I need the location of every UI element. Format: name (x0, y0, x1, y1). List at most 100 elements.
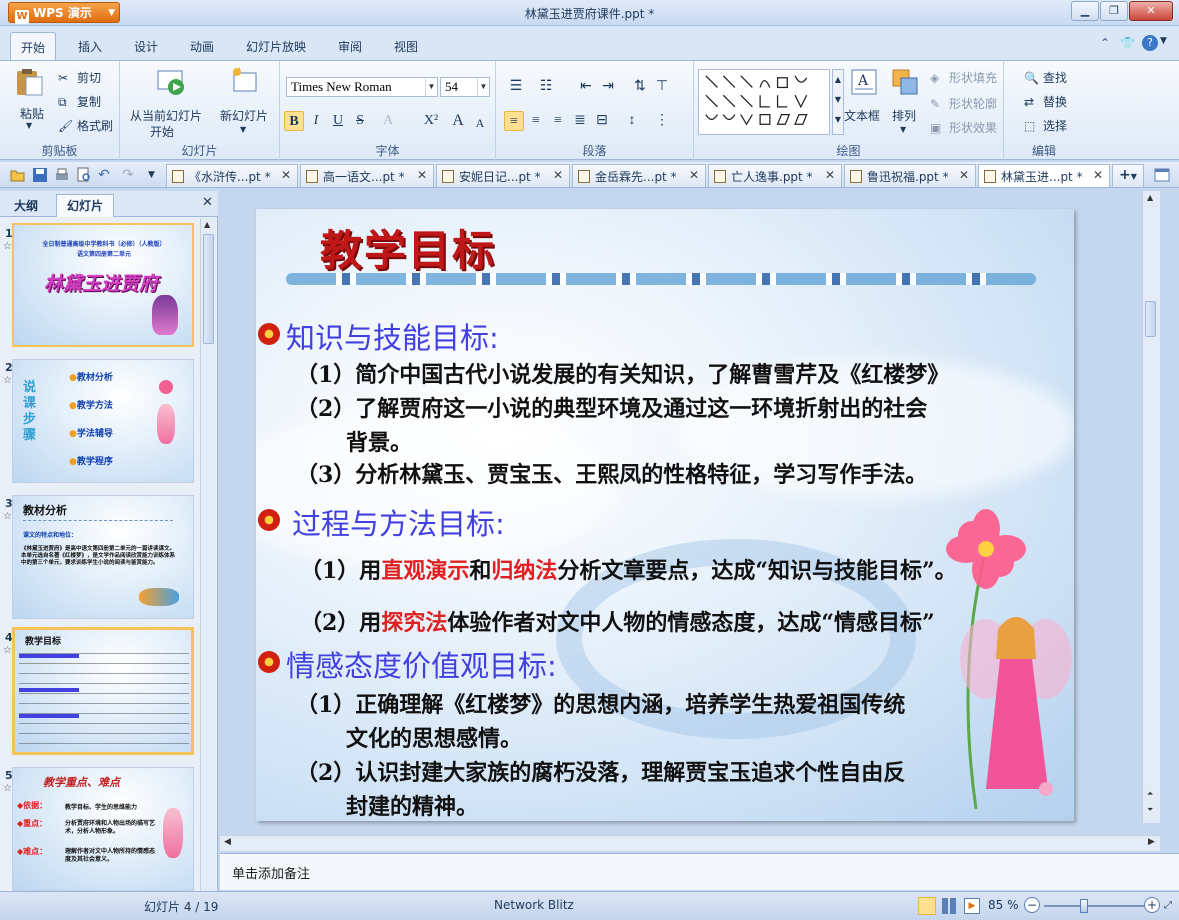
tab-design[interactable]: 设计 (134, 38, 158, 55)
redo-icon[interactable]: ↷ (122, 167, 138, 183)
help-dropdown-icon[interactable]: ▼ (1160, 36, 1167, 46)
restore-button[interactable]: ❐ (1100, 1, 1128, 21)
slide-thumbnail-1[interactable]: 全日制普通高级中学教科书（必修）（人教版） 语文第四册第二单元 林黛玉进贾府 (12, 223, 194, 347)
print-icon[interactable] (54, 167, 70, 183)
close-icon[interactable]: ✕ (825, 168, 835, 182)
play-from-current-button[interactable]: 从当前幻灯片 开始 (128, 67, 218, 139)
copy-button[interactable]: ⧉ 复制 (58, 93, 101, 111)
decrease-indent-icon[interactable]: ⇤ (576, 77, 596, 97)
arrange-button[interactable]: 排列 ▼ (888, 67, 924, 139)
slide-thumbnail-3[interactable]: 教材分析 课文的特点和地位： 《林黛玉进贾府》是高中语文第四册第二单元的一篇讲读… (12, 495, 194, 619)
italic-button[interactable]: I (306, 111, 326, 131)
editor-vertical-scrollbar[interactable]: ▲ ⏶ ⏷ (1142, 191, 1160, 823)
tab-animation[interactable]: 动画 (190, 38, 214, 55)
cut-button[interactable]: ✂ 剪切 (58, 69, 101, 87)
distribute-icon[interactable]: ⊟ (592, 111, 612, 131)
close-button[interactable]: ✕ (1129, 1, 1173, 21)
new-slide-button[interactable]: 新幻灯片 ▼ (218, 67, 274, 139)
find-button[interactable]: 🔍 查找 (1024, 69, 1067, 87)
paste-button[interactable]: 粘贴 ▼ (8, 67, 50, 137)
zoom-out-button[interactable]: − (1024, 897, 1040, 913)
align-center-icon[interactable]: ≡ (526, 111, 546, 131)
undo-icon[interactable]: ↶ (98, 167, 114, 183)
normal-view-icon[interactable] (918, 897, 936, 915)
tab-list-icon[interactable] (1154, 168, 1170, 184)
tab-slideshow[interactable]: 幻灯片放映 (246, 38, 306, 55)
align-text-icon[interactable]: ⊤ (652, 77, 672, 97)
slide-thumbnail-5[interactable]: 教学重点、难点 ◆依据： 教学目标、学生的思维能力 ◆重点： 分析贾府环境和人物… (12, 767, 194, 891)
select-button[interactable]: ⬚ 选择 (1024, 117, 1067, 135)
close-icon[interactable]: ✕ (281, 168, 291, 182)
zoom-slider[interactable] (1044, 905, 1144, 907)
doc-tab-active[interactable]: 林黛玉进...pt * ✕ (978, 164, 1110, 187)
scroll-up-icon[interactable]: ▲ (1147, 193, 1153, 202)
tab-view[interactable]: 视图 (394, 38, 418, 55)
font-color-button[interactable]: A (378, 111, 398, 131)
columns-icon[interactable]: ⋮ (652, 111, 672, 131)
shape-fill-button[interactable]: ◈ 形状填充 (930, 69, 997, 87)
line-spacing-icon[interactable]: ↕ (622, 111, 642, 131)
superscript-button[interactable]: X² (418, 111, 444, 131)
notes-pane[interactable]: 单击添加备注 (220, 853, 1179, 890)
skin-icon[interactable]: 👕 (1120, 36, 1135, 50)
previous-slide-icon[interactable]: ⏶ (1147, 789, 1153, 799)
doc-tab[interactable]: 鲁迅祝福.ppt * ✕ (844, 164, 976, 187)
close-icon[interactable]: ✕ (1093, 168, 1103, 182)
bold-button[interactable]: B (284, 111, 304, 131)
scroll-right-icon[interactable]: ▶ (1148, 837, 1155, 847)
print-preview-icon[interactable] (76, 167, 92, 183)
font-name-select[interactable]: Times New Roman ▼ (286, 77, 438, 97)
shapes-gallery-scroll[interactable]: ▲ ▼ ▼ (832, 69, 844, 135)
close-icon[interactable]: ✕ (417, 168, 427, 182)
doc-tab[interactable]: 高一语文...pt * ✕ (300, 164, 434, 187)
align-left-icon[interactable]: ≡ (504, 111, 524, 131)
new-tab-button[interactable]: +▼ (1112, 164, 1144, 187)
text-direction-icon[interactable]: ⇅ (630, 77, 650, 97)
zoom-in-button[interactable]: + (1144, 897, 1160, 913)
slide-canvas[interactable]: 教学目标 知识与技能目标: （1）简介中国古代小说发展的有关知识，了解曹雪芹及《… (256, 209, 1074, 821)
textbox-button[interactable]: A 文本框 (844, 67, 884, 139)
close-icon[interactable]: ✕ (689, 168, 699, 182)
slide-sorter-view-icon[interactable] (942, 898, 958, 914)
scrollbar-thumb[interactable] (1145, 301, 1156, 337)
tab-outline[interactable]: 大纲 (14, 197, 38, 214)
doc-tab[interactable]: 金岳霖先...pt * ✕ (572, 164, 706, 187)
align-right-icon[interactable]: ≡ (548, 111, 568, 131)
shape-effect-button[interactable]: ▣ 形状效果 (930, 119, 997, 137)
thumbnail-scrollbar[interactable]: ▲ (200, 218, 216, 891)
tab-review[interactable]: 审阅 (338, 38, 362, 55)
chevron-up-icon[interactable]: ⌃ (1100, 36, 1110, 50)
shrink-font-button[interactable]: A (470, 113, 490, 133)
slideshow-view-icon[interactable]: ▶ (964, 898, 980, 914)
grow-font-button[interactable]: A (448, 111, 468, 131)
numbered-list-icon[interactable]: ☷ (536, 77, 556, 97)
scroll-left-icon[interactable]: ◀ (224, 837, 231, 847)
fit-window-icon[interactable]: ⤢ (1164, 900, 1172, 911)
save-icon[interactable] (32, 167, 48, 183)
open-icon[interactable] (10, 167, 26, 183)
replace-button[interactable]: ⇄ 替换 (1024, 93, 1067, 111)
editor-horizontal-scrollbar[interactable]: ◀ ▶ (220, 835, 1160, 851)
scrollbar-thumb[interactable] (203, 234, 214, 344)
shapes-gallery[interactable] (698, 69, 830, 135)
minimize-button[interactable]: ▁ (1071, 1, 1099, 21)
justify-icon[interactable]: ≣ (570, 111, 590, 131)
bullet-list-icon[interactable]: ☰ (506, 77, 526, 97)
tab-insert[interactable]: 插入 (78, 38, 102, 55)
zoom-slider-thumb[interactable] (1080, 899, 1088, 913)
doc-tab[interactable]: 亡人逸事.ppt * ✕ (708, 164, 842, 187)
next-slide-icon[interactable]: ⏷ (1147, 805, 1153, 815)
strikethrough-button[interactable]: S (350, 111, 370, 131)
slide-thumbnail-4-selected[interactable]: 教学目标 (12, 627, 194, 755)
tab-slides[interactable]: 幻灯片 (56, 194, 115, 217)
increase-indent-icon[interactable]: ⇥ (598, 77, 618, 97)
tab-home[interactable]: 开始 (10, 32, 57, 62)
scroll-up-icon[interactable]: ▲ (204, 220, 210, 229)
shape-outline-button[interactable]: ✎ 形状轮廓 (930, 95, 997, 113)
close-icon[interactable]: ✕ (202, 195, 213, 210)
close-icon[interactable]: ✕ (553, 168, 563, 182)
format-painter-button[interactable]: 🖌 格式刷 (58, 117, 113, 135)
slide-thumbnail-2[interactable]: 说课步骤 ●教材分析 ●教学方法 ●学法辅导 ●教学程序 (12, 359, 194, 483)
doc-tab[interactable]: 《水浒传...pt * ✕ (166, 164, 298, 187)
doc-tab[interactable]: 安妮日记...pt * ✕ (436, 164, 570, 187)
